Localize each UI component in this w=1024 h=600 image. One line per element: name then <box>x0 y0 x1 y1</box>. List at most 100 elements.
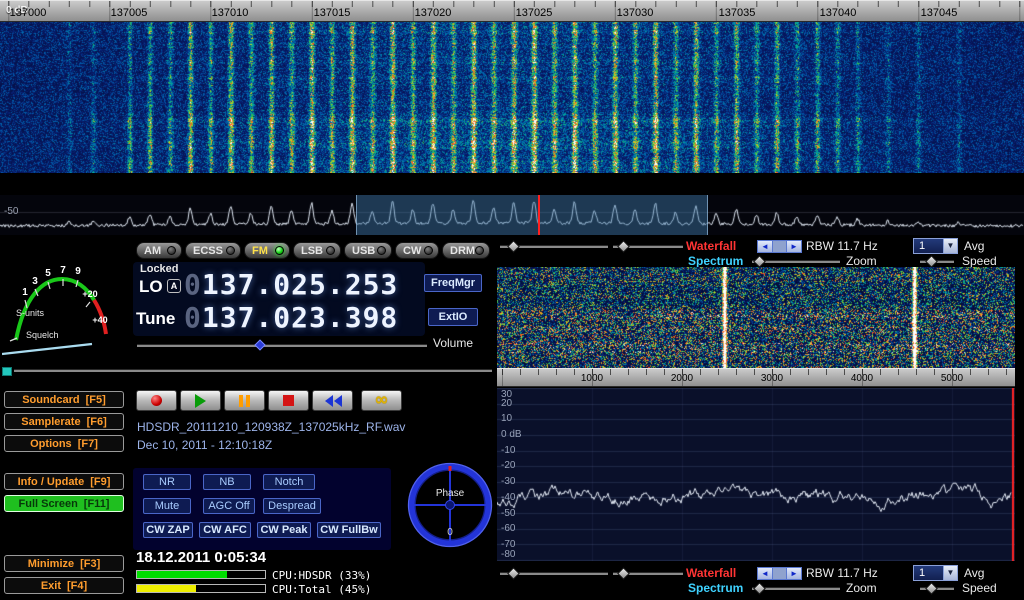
audio-frequency-ruler[interactable]: 1000 2000 3000 4000 5000 <box>497 368 1015 387</box>
recording-timestamp: Dec 10, 2011 - 12:10:18Z <box>137 438 272 452</box>
record-icon <box>151 395 162 406</box>
svg-text:S-units: S-units <box>16 308 45 318</box>
audio-spectrum-display[interactable]: 30 20 10 0 dB -10 -20 -30 -40 -50 -60 -7… <box>497 388 1015 561</box>
speed-slider-thumb[interactable] <box>925 582 938 595</box>
stop-button[interactable] <box>268 390 309 411</box>
waterfall-label[interactable]: Waterfall <box>686 566 736 580</box>
mode-button-am[interactable]: AM <box>136 242 182 259</box>
waterfall-label[interactable]: Waterfall <box>686 239 736 253</box>
zoom-slider-thumb[interactable] <box>753 255 766 268</box>
avg-select[interactable]: 1 ▼ <box>913 238 958 254</box>
volume-slider-thumb[interactable] <box>254 339 265 350</box>
nb-button[interactable]: NB <box>203 474 251 490</box>
soundcard-button[interactable]: Soundcard[F5] <box>4 391 124 408</box>
mode-button-lsb[interactable]: LSB <box>293 242 341 259</box>
main-waterfall-display[interactable] <box>0 0 1024 173</box>
stop-icon <box>283 395 294 406</box>
freqmgr-button[interactable]: FreqMgr <box>424 274 482 292</box>
s-meter: 1 3 5 7 9 +20 +40 S-units Squelch <box>2 250 132 368</box>
contrast-slider-thumb[interactable] <box>617 240 630 253</box>
mode-led-icon <box>475 246 484 255</box>
zoom-slider-thumb[interactable] <box>753 582 766 595</box>
audio-waterfall-display[interactable] <box>497 267 1015 368</box>
main-spectrum-strip[interactable]: -50 <box>0 195 1024 235</box>
avg-select[interactable]: 1 ▼ <box>913 565 958 581</box>
cw-afc-button[interactable]: CW AFC <box>199 522 251 538</box>
volume-slider-track[interactable] <box>137 345 427 347</box>
freq-tick-label: 4000 <box>842 373 882 384</box>
zoom-label: Zoom <box>846 581 877 595</box>
nr-button[interactable]: NR <box>143 474 191 490</box>
squelch-handle[interactable] <box>2 367 12 376</box>
speed-slider-thumb[interactable] <box>925 255 938 268</box>
freq-tick-label: 137010 <box>204 7 256 19</box>
squelch-slider-track[interactable] <box>14 370 492 372</box>
minimize-button[interactable]: Minimize[F3] <box>4 555 124 572</box>
cpu-total-bar <box>136 584 266 593</box>
db-tick-label: -50 <box>501 508 515 519</box>
chevron-down-icon[interactable]: ▼ <box>943 239 957 253</box>
extio-button[interactable]: ExtIO <box>428 308 478 326</box>
shift-spinner[interactable]: ◄ ► <box>757 567 802 580</box>
cw-peak-button[interactable]: CW Peak <box>257 522 311 538</box>
mode-button-drm[interactable]: DRM <box>442 242 490 259</box>
mode-button-usb[interactable]: USB <box>344 242 392 259</box>
freq-tick-label: 2000 <box>662 373 702 384</box>
freq-tick-label: 137045 <box>913 7 965 19</box>
phase-center-dot <box>446 501 455 510</box>
cw-fullbw-button[interactable]: CW FullBw <box>317 522 381 538</box>
play-icon <box>195 394 206 408</box>
db-tick-label: -10 <box>501 445 515 456</box>
arrow-right-icon[interactable]: ► <box>787 241 801 252</box>
vfo-a-badge[interactable]: A <box>167 279 181 293</box>
cw-zap-button[interactable]: CW ZAP <box>143 522 193 538</box>
record-button[interactable] <box>136 390 177 411</box>
pause-button[interactable] <box>224 390 265 411</box>
freq-tick-label: 137025 <box>508 7 560 19</box>
options-button[interactable]: Options[F7] <box>4 435 124 452</box>
svg-text:Phase: Phase <box>436 488 465 499</box>
despread-button[interactable]: Despread <box>263 498 321 514</box>
spectrum-label[interactable]: Spectrum <box>688 254 743 268</box>
phase-scope: Phase 0 <box>406 460 494 548</box>
tune-frequency-display[interactable]: 0137.023.398 <box>184 301 398 334</box>
notch-button[interactable]: Notch <box>263 474 315 490</box>
shift-spinner[interactable]: ◄ ► <box>757 240 802 253</box>
loop-button[interactable]: ∞ <box>361 390 402 411</box>
tune-label: Tune <box>136 309 175 329</box>
db-tick-label: 20 <box>501 398 512 409</box>
brightness-slider-thumb[interactable] <box>507 240 520 253</box>
cpu-hdsdr-bar <box>136 570 266 579</box>
exit-button[interactable]: Exit[F4] <box>4 577 124 594</box>
main-frequency-ruler[interactable]: 0 dB 137000 137005 137010 137015 137020 … <box>0 0 1024 22</box>
spectrum-label[interactable]: Spectrum <box>688 581 743 595</box>
chevron-down-icon[interactable]: ▼ <box>943 566 957 580</box>
mode-led-icon <box>275 246 284 255</box>
db-tick-label: -20 <box>501 460 515 471</box>
arrow-left-icon[interactable]: ◄ <box>758 241 772 252</box>
mute-button[interactable]: Mute <box>143 498 191 514</box>
passband-selection[interactable] <box>356 195 708 235</box>
rbw-label: RBW 11.7 Hz <box>806 566 878 580</box>
freq-tick-label: 137015 <box>306 7 358 19</box>
lo-frequency-display[interactable]: 0137.025.253 <box>184 268 398 301</box>
rewind-button[interactable] <box>312 390 353 411</box>
info-update-button[interactable]: Info / Update[F9] <box>4 473 124 490</box>
arrow-left-icon[interactable]: ◄ <box>758 568 772 579</box>
fullscreen-button[interactable]: Full Screen[F11] <box>4 495 124 512</box>
play-button[interactable] <box>180 390 221 411</box>
freq-tick-label: 137040 <box>812 7 864 19</box>
agc-button[interactable]: AGC Off <box>203 498 255 514</box>
samplerate-button[interactable]: Samplerate[F6] <box>4 413 124 430</box>
mode-led-icon <box>326 246 335 255</box>
zoom-label: Zoom <box>846 254 877 268</box>
brightness-slider-thumb[interactable] <box>507 567 520 580</box>
clock-display: 18.12.2011 0:05:34 <box>136 549 266 566</box>
mode-button-fm[interactable]: FM <box>244 242 290 259</box>
svg-text:1: 1 <box>22 287 28 298</box>
mode-button-cw[interactable]: CW <box>395 242 439 259</box>
mode-button-ecss[interactable]: ECSS <box>185 242 241 259</box>
arrow-right-icon[interactable]: ► <box>787 568 801 579</box>
tune-marker <box>538 195 540 235</box>
contrast-slider-thumb[interactable] <box>617 567 630 580</box>
